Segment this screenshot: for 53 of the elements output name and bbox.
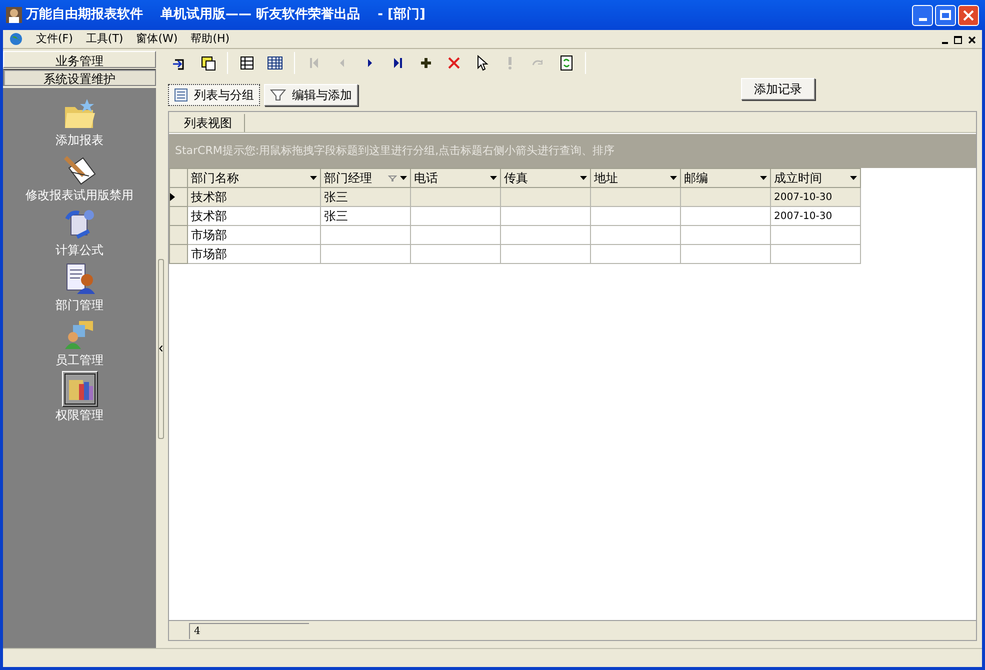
view-button[interactable]: 列表与分组	[168, 84, 260, 106]
sidebar-item[interactable]: 部门管理	[56, 261, 104, 313]
app-icon	[6, 7, 22, 23]
save-icon[interactable]	[200, 55, 216, 71]
current-row-icon	[170, 193, 175, 201]
dropdown-arrow-icon[interactable]	[400, 176, 407, 180]
list-view-icon[interactable]	[239, 55, 255, 71]
column-header[interactable]: 部门名称	[188, 168, 320, 188]
list-icon	[174, 88, 188, 102]
dropdown-arrow-icon[interactable]	[670, 176, 677, 180]
dropdown-arrow-icon[interactable]	[490, 176, 497, 180]
view-button[interactable]: 编辑与添加	[264, 84, 358, 106]
menu-item[interactable]: 文件(F)	[36, 30, 73, 48]
sidebar-item[interactable]: 员工管理	[56, 316, 104, 368]
column-header[interactable]: 邮编	[680, 168, 770, 188]
refresh-icon[interactable]	[558, 55, 574, 71]
filter-icon	[270, 89, 286, 101]
column-header[interactable]: 地址	[590, 168, 680, 188]
dropdown-arrow-icon[interactable]	[580, 176, 587, 180]
globe-icon	[9, 32, 23, 46]
mdi-close-icon[interactable]	[968, 36, 976, 44]
menu-item[interactable]: 工具(T)	[86, 30, 124, 48]
splitter-handle[interactable]	[158, 258, 164, 438]
delete-icon[interactable]	[446, 55, 462, 71]
record-count: 4	[189, 622, 309, 638]
dropdown-arrow-icon[interactable]	[760, 176, 767, 180]
dropdown-arrow-icon[interactable]	[310, 176, 317, 180]
menu-item[interactable]: 窗体(W)	[136, 30, 178, 48]
grid-view-icon[interactable]	[267, 55, 283, 71]
add-record-button[interactable]: 添加记录	[741, 78, 815, 100]
close-button[interactable]	[958, 4, 979, 26]
table-cell: 市场部	[188, 244, 320, 264]
sidebar-section-tab[interactable]: 系统设置维护	[3, 69, 156, 86]
plus-icon[interactable]	[418, 55, 434, 71]
menu-item[interactable]: 帮助(H)	[190, 30, 230, 48]
permission-icon	[62, 372, 96, 406]
formula-icon	[62, 207, 96, 241]
sidebar-item[interactable]: 修改报表试用版禁用	[26, 151, 134, 203]
column-header[interactable]: 电话	[410, 168, 500, 188]
sidebar-item[interactable]: 添加报表	[56, 96, 104, 148]
maximize-button[interactable]	[935, 4, 956, 26]
sidebar-section-tab[interactable]: 业务管理	[3, 51, 156, 68]
window-title: 万能自由期报表软件 单机试用版—— 昕友软件荣誉出品 - [部门]	[26, 6, 426, 24]
close-icon	[963, 10, 974, 20]
folder-icon	[62, 97, 96, 131]
group-by-hint: StarCRM提示您:用鼠标拖拽字段标题到这里进行分组,点击标题右侧小箭头进行查询、排序	[169, 134, 976, 168]
column-header[interactable]: 成立时间	[770, 168, 860, 188]
column-header[interactable]: 传真	[500, 168, 590, 188]
dropdown-arrow-icon[interactable]	[850, 176, 857, 180]
minimize-button[interactable]	[912, 4, 933, 26]
column-header[interactable]: 部门经理	[320, 168, 410, 188]
sidebar-item[interactable]: 计算公式	[56, 206, 104, 258]
mdi-restore-icon[interactable]	[954, 36, 962, 44]
